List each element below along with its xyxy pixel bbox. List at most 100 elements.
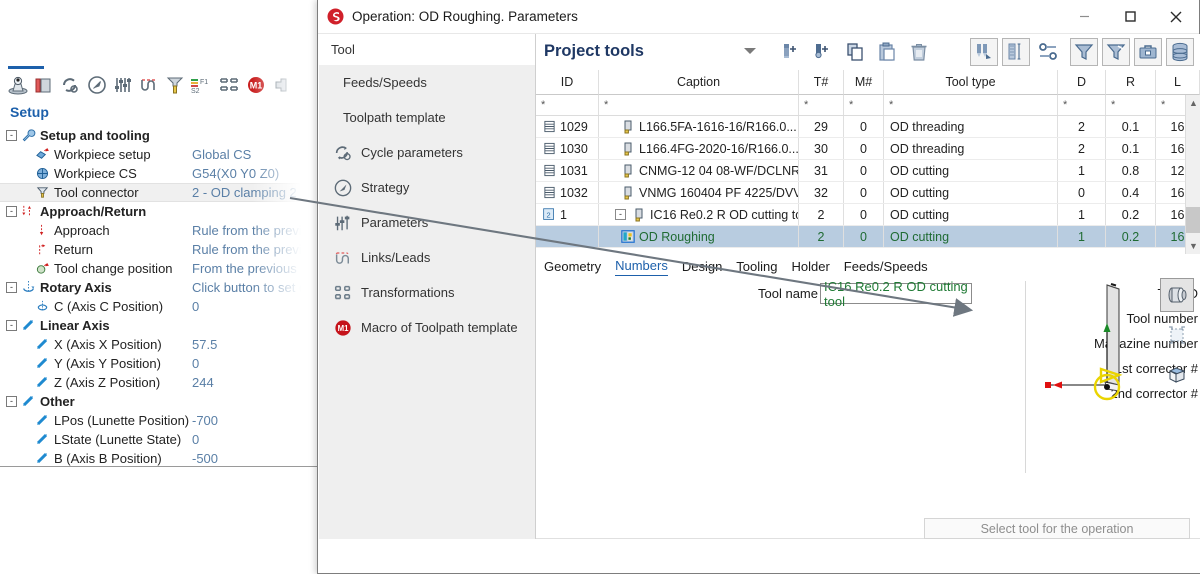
transformations-icon[interactable] [217, 70, 241, 100]
tree-item-workpiece-cs[interactable]: Workpiece CS G54(X0 Y0 Z0) [0, 164, 320, 183]
tool-preview[interactable] [1035, 265, 1160, 430]
filter-cell[interactable]: * [799, 95, 844, 115]
filter-cell[interactable]: * [1106, 95, 1156, 115]
tree-item-tool-change-position[interactable]: Tool change position From the previous op [0, 259, 320, 278]
parameters-icon[interactable] [111, 70, 135, 100]
tab-numbers[interactable]: Numbers [615, 258, 668, 276]
copy-icon[interactable] [841, 38, 869, 66]
row-expander[interactable]: - [615, 209, 626, 220]
tree-item-lpos-lunette-position[interactable]: LPos (Lunette Position) -700 [0, 411, 320, 430]
shaded-view-icon[interactable] [1160, 278, 1194, 312]
tool-name-input[interactable]: IC16 Re0.2 R OD cutting tool [820, 279, 972, 309]
feeds-speeds-icon[interactable]: F1 S2 [189, 70, 215, 100]
nav-item-transformations[interactable]: Transformations [319, 275, 535, 310]
tab-holder[interactable]: Holder [792, 259, 830, 276]
maximize-icon[interactable] [1107, 0, 1153, 33]
close-icon[interactable] [1153, 0, 1199, 33]
filter-cell[interactable]: * [1058, 95, 1106, 115]
tool-properties-icon[interactable] [1034, 38, 1062, 66]
tree-expander[interactable]: - [6, 320, 17, 331]
stock-icon[interactable] [32, 70, 56, 100]
chevron-down-icon[interactable] [744, 48, 756, 54]
filter-cell[interactable]: * [884, 95, 1058, 115]
add-tool-icon[interactable] [776, 38, 804, 66]
tree-item-approach[interactable]: Approach Rule from the previous [0, 221, 323, 240]
chevron-up-icon[interactable]: ▲ [1186, 95, 1200, 111]
macro-m1-icon[interactable]: M1 [244, 70, 268, 100]
tree-item-x-axis-x-position[interactable]: X (Axis X Position) 57.5 [0, 335, 320, 354]
tree-item-workpiece-setup[interactable]: Workpiece setup Global CS [0, 145, 320, 164]
tree-item-y-axis-y-position[interactable]: Y (Axis Y Position) 0 [0, 354, 320, 373]
background-toolbar[interactable]: F1 S2 M1 [0, 68, 320, 102]
table-row[interactable]: 2 1- IC16 Re0.2 R OD cutting tool 2 0 OD cutt… [536, 204, 1200, 226]
table-row[interactable]: OD Roughing 2 0 OD cutting 1 0.2 16 [536, 226, 1200, 248]
column-header-t[interactable]: T# [799, 70, 844, 95]
tree-item-tool-connector[interactable]: Tool connector 2 - OD clamping 2 [0, 183, 320, 202]
filter-icon[interactable] [1070, 38, 1098, 66]
nav-item-parameters[interactable]: Parameters [319, 205, 535, 240]
dialog-nav-pane[interactable]: Tool Feeds/Speeds Toolpath template Cycl… [319, 34, 536, 539]
tool-library-icon[interactable] [970, 38, 998, 66]
tab-geometry[interactable]: Geometry [544, 259, 601, 276]
tab-tooling[interactable]: Tooling [736, 259, 777, 276]
tab-design[interactable]: Design [682, 259, 722, 276]
table-row[interactable]: 1032 VNMG 160404 PF 4225/DVV... 32 0 OD cutt… [536, 182, 1200, 204]
tree-item-approach-return[interactable]: - Approach/Return [0, 202, 320, 221]
table-row[interactable]: 1029 L166.5FA-1616-16/R166.0... 29 0 OD thre… [536, 116, 1200, 138]
tree-item-z-axis-z-position[interactable]: Z (Axis Z Position) 244 [0, 373, 320, 392]
tools-table[interactable]: ID Caption T# M# Tool type D R L * * * *… [536, 70, 1200, 254]
column-header-l[interactable]: L [1156, 70, 1200, 95]
nav-item-toolpath-template[interactable]: Toolpath template [319, 100, 535, 135]
table-row[interactable]: 1031 CNMG-12 04 08-WF/DCLNR... 31 0 OD cutti… [536, 160, 1200, 182]
filter-clear-icon[interactable] [1102, 38, 1130, 66]
add-tool-assembly-icon[interactable] [808, 38, 836, 66]
tree-item-lstate-lunette-state[interactable]: LState (Lunette State) 0 [0, 430, 320, 449]
tree-expander[interactable]: - [6, 206, 17, 217]
tree-item-linear-axis[interactable]: - Linear Axis [0, 316, 320, 335]
nav-item-cycle-parameters[interactable]: Cycle parameters [319, 135, 535, 170]
table-body[interactable]: 1029 L166.5FA-1616-16/R166.0... 29 0 OD thre… [536, 116, 1200, 248]
strategy-icon[interactable] [85, 70, 109, 100]
column-header-d[interactable]: D [1058, 70, 1106, 95]
preview-view-buttons[interactable] [1160, 278, 1194, 398]
filter-cell[interactable]: * [844, 95, 884, 115]
column-header-tool-type[interactable]: Tool type [884, 70, 1058, 95]
column-header-m[interactable]: M# [844, 70, 884, 95]
filter-cell[interactable]: * [599, 95, 799, 115]
table-row[interactable]: 1030 L166.4FG-2020-16/R166.0... 30 0 OD thre… [536, 138, 1200, 160]
column-header-caption[interactable]: Caption [599, 70, 799, 95]
tab-feeds-speeds[interactable]: Feeds/Speeds [844, 259, 928, 276]
tree-item-other[interactable]: - Other [0, 392, 320, 411]
chevron-down-icon[interactable]: ▼ [1186, 238, 1200, 254]
table-filter-row[interactable]: * * * * * * * * [536, 95, 1200, 116]
delete-icon[interactable] [905, 38, 933, 66]
isometric-view-icon[interactable] [1160, 358, 1194, 392]
minimize-icon[interactable] [1061, 0, 1107, 33]
table-scrollbar[interactable]: ▲ ▼ [1185, 95, 1200, 254]
tree-expander[interactable]: - [6, 396, 17, 407]
database-icon[interactable] [1166, 38, 1194, 66]
links-leads-icon[interactable] [137, 70, 161, 100]
nav-item-macro-toolpath-template[interactable]: M1 Macro of Toolpath template [319, 310, 535, 345]
scrollbar-thumb[interactable] [1186, 207, 1200, 233]
tool-dimensions-icon[interactable] [1002, 38, 1030, 66]
nav-item-feeds-speeds[interactable]: Feeds/Speeds [319, 65, 535, 100]
column-header-r[interactable]: R [1106, 70, 1156, 95]
tree-item-return[interactable]: Return Rule from the previous [0, 240, 323, 259]
filter-cell[interactable]: * [536, 95, 599, 115]
tool-icon[interactable] [163, 70, 187, 100]
cycle-icon[interactable] [58, 70, 82, 100]
setup-tree[interactable]: - Setup and tooling Workpiece setup Global … [0, 126, 323, 466]
part-icon[interactable] [270, 70, 294, 100]
wireframe-select-icon[interactable] [1160, 318, 1194, 352]
column-header-id[interactable]: ID [536, 70, 599, 95]
paste-icon[interactable] [873, 38, 901, 66]
tree-item-rotary-axis[interactable]: - Rotary Axis Click button to set des [0, 278, 320, 297]
tree-item-setup-and-tooling[interactable]: - Setup and tooling [0, 126, 320, 145]
nav-item-links-leads[interactable]: Links/Leads [319, 240, 535, 275]
setup-icon[interactable] [6, 70, 30, 100]
toolbox-icon[interactable] [1134, 38, 1162, 66]
nav-item-strategy[interactable]: Strategy [319, 170, 535, 205]
tree-expander[interactable]: - [6, 130, 17, 141]
tree-item-c-axis-c-position[interactable]: C (Axis C Position) 0 [0, 297, 320, 316]
